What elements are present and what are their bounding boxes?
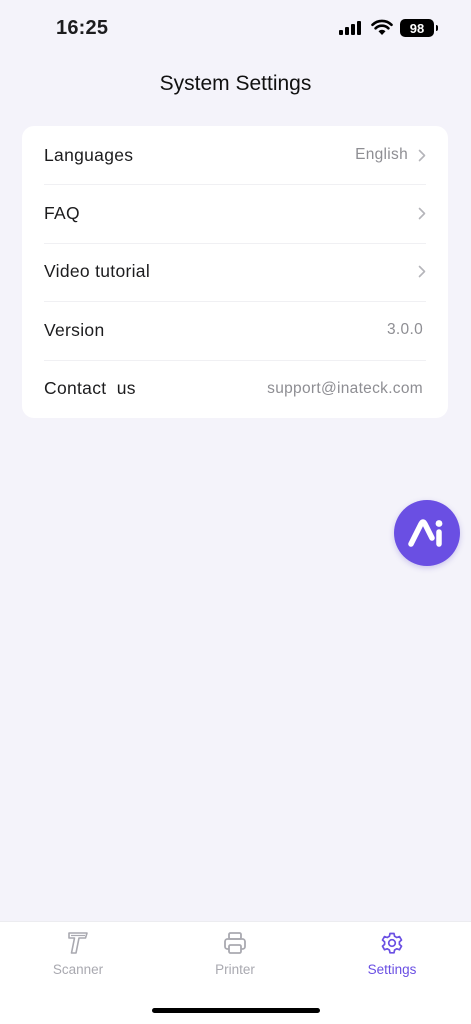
battery-level: 98	[409, 20, 425, 36]
row-value: English	[355, 146, 408, 164]
settings-row-contact-us[interactable]: Contact us support@inateck.com	[22, 359, 448, 418]
status-bar: 16:25 98	[0, 0, 471, 58]
tab-printer[interactable]: Printer	[175, 930, 295, 977]
row-value: support@inateck.com	[267, 379, 423, 397]
ai-assistant-icon	[408, 519, 443, 547]
cellular-signal-icon	[339, 21, 361, 35]
status-time: 16:25	[56, 17, 109, 39]
tab-label: Scanner	[52, 962, 104, 977]
chevron-right-icon	[418, 207, 426, 220]
tab-label: Printer	[215, 962, 255, 977]
tab-settings[interactable]: Settings	[332, 930, 452, 977]
gear-icon	[381, 932, 403, 954]
row-label: Version	[44, 319, 105, 340]
settings-row-version: Version 3.0.0	[22, 301, 448, 359]
scanner-icon	[68, 932, 88, 954]
settings-row-languages[interactable]: Languages English	[22, 126, 448, 184]
row-label: Video tutorial	[44, 261, 151, 282]
ai-assistant-button[interactable]	[394, 500, 460, 566]
settings-row-video-tutorial[interactable]: Video tutorial	[22, 242, 448, 301]
row-label: Languages	[44, 144, 134, 165]
settings-card: Languages English FAQ Video tutorial Ver…	[22, 126, 448, 418]
tab-scanner[interactable]: Scanner	[18, 930, 138, 977]
screen: 16:25 98 System Settings Languages Engli…	[0, 0, 471, 1024]
printer-icon	[224, 932, 246, 954]
settings-row-faq[interactable]: FAQ	[22, 184, 448, 242]
page-title: System Settings	[159, 72, 312, 95]
wifi-icon	[371, 19, 393, 35]
row-label: Contact us	[44, 378, 136, 399]
row-value: 3.0.0	[387, 321, 423, 339]
chevron-right-icon	[418, 266, 426, 278]
chevron-right-icon	[418, 149, 426, 161]
home-indicator	[152, 1008, 320, 1013]
battery-icon: 98	[400, 19, 438, 37]
row-label: FAQ	[44, 203, 80, 224]
tab-label: Settings	[367, 962, 417, 977]
